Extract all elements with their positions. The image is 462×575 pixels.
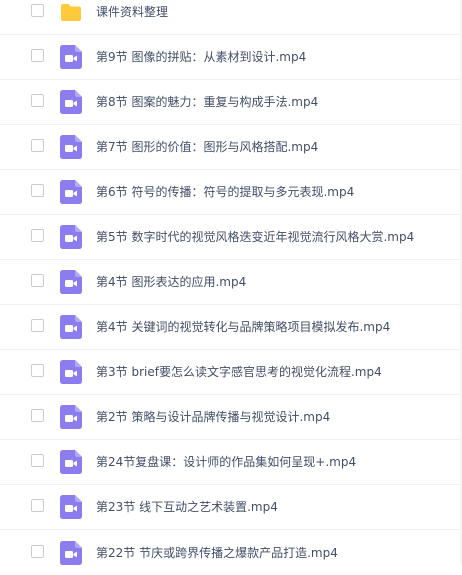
file-list: 课件资料整理第9节 图像的拼贴：从素材到设计.mp4 第8节 图案的魅力：重复与构… — [0, 0, 462, 575]
file-name[interactable]: 第4节 关键词的视觉转化与品牌策略项目模拟发布.mp4 — [96, 319, 390, 335]
file-row[interactable]: 第8节 图案的魅力：重复与构成手法.mp4 — [0, 80, 462, 125]
video-file-icon — [60, 180, 82, 204]
file-row[interactable]: 第2节 策略与设计品牌传播与视觉设计.mp4 — [0, 395, 462, 440]
file-name[interactable]: 第24节复盘课：设计师的作品集如何呈现+.mp4 — [96, 454, 356, 470]
row-checkbox[interactable] — [31, 274, 44, 287]
row-checkbox[interactable] — [31, 4, 44, 17]
file-name[interactable]: 第23节 线下互动之艺术装置.mp4 — [96, 499, 278, 515]
file-name[interactable]: 第3节 brief要怎么读文字感官思考的视觉化流程.mp4 — [96, 364, 382, 380]
video-file-icon — [60, 90, 82, 114]
file-name[interactable]: 第22节 节庆或跨界传播之爆款产品打造.mp4 — [96, 545, 338, 561]
video-file-icon — [60, 450, 82, 474]
row-checkbox[interactable] — [31, 184, 44, 197]
row-checkbox[interactable] — [31, 409, 44, 422]
file-name[interactable]: 第9节 图像的拼贴：从素材到设计.mp4 — [96, 49, 306, 65]
file-name[interactable]: 第8节 图案的魅力：重复与构成手法.mp4 — [96, 94, 318, 110]
file-name[interactable]: 第4节 图形表达的应用.mp4 — [96, 274, 246, 290]
file-row[interactable]: 第3节 brief要怎么读文字感官思考的视觉化流程.mp4 — [0, 350, 462, 395]
video-file-icon — [60, 315, 82, 339]
folder-icon — [60, 0, 82, 24]
row-checkbox[interactable] — [31, 229, 44, 242]
video-file-icon — [60, 540, 82, 565]
file-row[interactable]: 第23节 线下互动之艺术装置.mp4 — [0, 485, 462, 530]
video-file-icon — [60, 135, 82, 159]
row-checkbox[interactable] — [31, 364, 44, 377]
file-name[interactable]: 课件资料整理 — [96, 4, 168, 20]
file-name[interactable]: 第6节 符号的传播：符号的提取与多元表现.mp4 — [96, 184, 354, 200]
video-file-icon — [60, 270, 82, 294]
file-name[interactable]: 第2节 策略与设计品牌传播与视觉设计.mp4 — [96, 409, 330, 425]
row-checkbox[interactable] — [31, 319, 44, 332]
file-row[interactable]: 第24节复盘课：设计师的作品集如何呈现+.mp4 — [0, 440, 462, 485]
row-checkbox[interactable] — [31, 499, 44, 512]
video-file-icon — [60, 405, 82, 429]
video-file-icon — [60, 360, 82, 384]
file-row[interactable]: 第5节 数字时代的视觉风格迭变近年视觉流行风格大赏.mp4 — [0, 215, 462, 260]
row-checkbox[interactable] — [31, 49, 44, 62]
row-checkbox[interactable] — [31, 139, 44, 152]
row-checkbox[interactable] — [31, 544, 44, 558]
folder-row[interactable]: 课件资料整理 — [0, 0, 462, 35]
file-row[interactable]: 第4节 关键词的视觉转化与品牌策略项目模拟发布.mp4 — [0, 305, 462, 350]
file-row[interactable]: 第9节 图像的拼贴：从素材到设计.mp4 — [0, 35, 462, 80]
video-file-icon — [60, 495, 82, 519]
row-checkbox[interactable] — [31, 454, 44, 467]
file-name[interactable]: 第7节 图形的价值：图形与风格搭配.mp4 — [96, 139, 318, 155]
video-file-icon — [60, 225, 82, 249]
file-row[interactable]: 第6节 符号的传播：符号的提取与多元表现.mp4 — [0, 170, 462, 215]
file-row[interactable]: 第7节 图形的价值：图形与风格搭配.mp4 — [0, 125, 462, 170]
file-name[interactable]: 第5节 数字时代的视觉风格迭变近年视觉流行风格大赏.mp4 — [96, 229, 414, 245]
file-row[interactable]: 第22节 节庆或跨界传播之爆款产品打造.mp4 — [0, 530, 462, 575]
file-row[interactable]: 第4节 图形表达的应用.mp4 — [0, 260, 462, 305]
row-checkbox[interactable] — [31, 94, 44, 107]
video-file-icon — [60, 45, 82, 69]
